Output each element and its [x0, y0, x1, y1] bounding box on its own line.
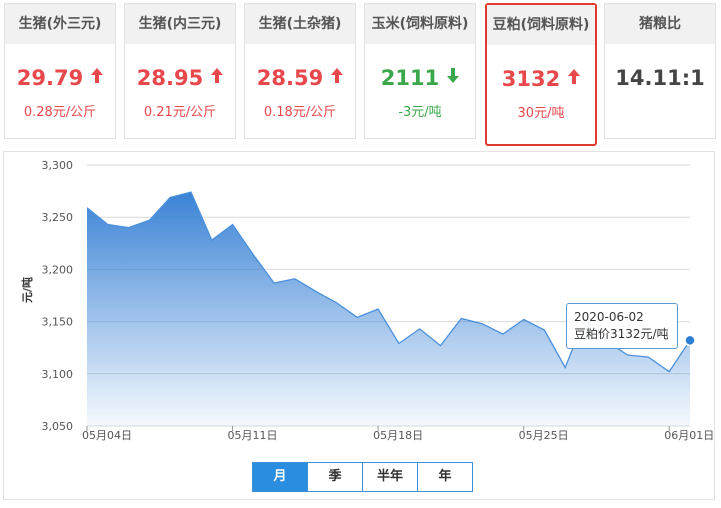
- x-tick-label: 05月11日: [228, 429, 278, 442]
- tooltip-date: 2020-06-02: [574, 310, 644, 324]
- y-axis-ticks: 3,050 3,100 3,150 3,200 3,250 3,300: [42, 159, 74, 433]
- tab-year[interactable]: 年: [417, 463, 472, 491]
- tab-month[interactable]: 月: [253, 463, 307, 491]
- y-tick-label: 3,050: [42, 420, 74, 433]
- y-tick-label: 3,200: [42, 263, 74, 276]
- y-tick-label: 3,150: [42, 316, 74, 329]
- y-tick-label: 3,100: [42, 368, 74, 381]
- area-chart-svg[interactable]: 3,050 3,100 3,150 3,200 3,250 3,300 元/吨 05月04…: [0, 0, 721, 508]
- highlight-point[interactable]: [684, 334, 696, 347]
- y-tick-label: 3,250: [42, 211, 74, 224]
- price-dashboard: 生猪(外三元) 29.79 0.28元/公斤 生猪(内三元) 28.95 0.2…: [0, 0, 721, 508]
- x-tick-label: 05月04日: [82, 429, 132, 442]
- range-tabs: 月 季 半年 年: [252, 462, 473, 492]
- y-axis-label: 元/吨: [20, 277, 34, 303]
- tab-half-year[interactable]: 半年: [362, 463, 417, 491]
- tooltip-value: 豆粕价3132元/吨: [574, 327, 669, 341]
- x-tick-label: 05月25日: [519, 429, 569, 442]
- x-axis-ticks: 05月04日 05月11日 05月18日 05月25日 06月01日: [82, 426, 714, 442]
- x-tick-label: 05月18日: [373, 429, 423, 442]
- y-tick-label: 3,300: [42, 159, 74, 172]
- tab-quarter[interactable]: 季: [307, 463, 362, 491]
- chart-tooltip: 2020-06-02 豆粕价3132元/吨: [566, 303, 678, 349]
- x-tick-label: 06月01日: [664, 429, 714, 442]
